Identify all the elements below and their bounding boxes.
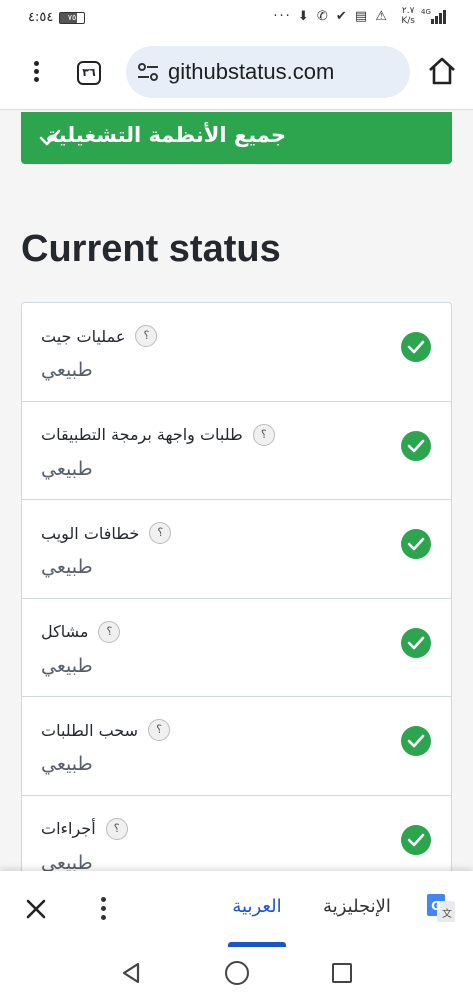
translate-bar: العربية الإنجليزية G 文	[0, 871, 473, 947]
help-icon[interactable]: ؟	[105, 817, 128, 840]
system-status-bar: ٤:٥٤ ٧٥ ··· ⬇ ✆ ✔ ▤ ⚠ ٢.٧ K/s 4G	[0, 0, 473, 36]
help-icon[interactable]: ؟	[98, 620, 121, 643]
section-title: Current status	[21, 228, 281, 270]
component-status: طبيعي	[41, 654, 93, 677]
svg-text:G: G	[431, 899, 441, 913]
translate-options-icon[interactable]	[96, 895, 110, 923]
close-icon[interactable]	[24, 897, 48, 921]
google-translate-icon[interactable]: G 文	[426, 893, 456, 923]
operational-check-icon	[401, 332, 431, 362]
component-name: مشاكل	[41, 622, 89, 641]
address-bar[interactable]: githubstatus.com	[126, 46, 410, 98]
operational-check-icon	[401, 430, 431, 461]
operational-check-icon	[401, 627, 431, 658]
tab-source-language[interactable]: الإنجليزية	[314, 896, 400, 917]
component-row: سحب الطلبات ؟ طبيعي	[22, 697, 451, 796]
back-icon[interactable]	[120, 961, 142, 985]
component-row: طلبات واجهة برمجة التطبيقات ؟ طبيعي	[22, 402, 451, 500]
home-icon[interactable]	[427, 56, 457, 86]
help-icon[interactable]: ؟	[252, 423, 275, 446]
help-icon[interactable]: ؟	[135, 325, 158, 347]
notification-icons: ··· ⬇ ✆ ✔ ▤ ⚠	[273, 9, 389, 24]
system-navigation-bar	[0, 947, 473, 999]
tab-switcher-button[interactable]: ٣٦	[77, 61, 101, 85]
component-name: طلبات واجهة برمجة التطبيقات	[41, 425, 243, 444]
component-name: أجراءات	[41, 819, 96, 838]
clock: ٤:٥٤	[28, 10, 54, 25]
component-list: عمليات جيت ؟ طبيعي طلبات واجهة برمجة الت…	[21, 302, 452, 894]
component-status: طبيعي	[41, 556, 93, 578]
component-status: طبيعي	[41, 359, 93, 381]
component-name: سحب الطلبات	[41, 720, 139, 740]
tab-target-language[interactable]: العربية	[222, 896, 292, 917]
help-icon[interactable]: ؟	[149, 522, 172, 544]
operational-check-icon	[401, 529, 431, 559]
network-type: 4G	[421, 8, 431, 16]
operational-check-icon	[401, 726, 431, 756]
component-status: طبيعي	[41, 457, 93, 480]
browser-menu-icon[interactable]	[26, 58, 46, 86]
component-row: عمليات جيت ؟ طبيعي	[22, 303, 451, 402]
component-row: مشاكل ؟ طبيعي	[22, 599, 451, 697]
overall-status-banner: جميع الأنظمة التشغيلية	[21, 112, 452, 164]
recent-apps-icon[interactable]	[332, 963, 352, 983]
component-row: خطافات الويب ؟ طبيعي	[22, 500, 451, 599]
network-speed-unit: K/s	[401, 16, 415, 26]
home-nav-icon[interactable]	[225, 961, 249, 985]
network-speed-value: ٢.٧	[401, 6, 415, 16]
component-name: خطافات الويب	[41, 523, 140, 543]
component-status: طبيعي	[41, 753, 93, 775]
component-name: عمليات جيت	[41, 326, 126, 346]
signal-icon: 4G	[421, 8, 446, 24]
url-text[interactable]: githubstatus.com	[168, 59, 334, 85]
network-speed: ٢.٧ K/s	[401, 6, 415, 26]
site-settings-icon[interactable]	[136, 60, 160, 84]
browser-toolbar: ٣٦ githubstatus.com	[0, 36, 473, 110]
help-icon[interactable]: ؟	[148, 719, 171, 741]
battery-icon: ٧٥	[59, 12, 85, 24]
overall-status-text: جميع الأنظمة التشغيلية	[45, 123, 286, 147]
operational-check-icon	[401, 824, 431, 855]
svg-text:文: 文	[442, 907, 452, 920]
